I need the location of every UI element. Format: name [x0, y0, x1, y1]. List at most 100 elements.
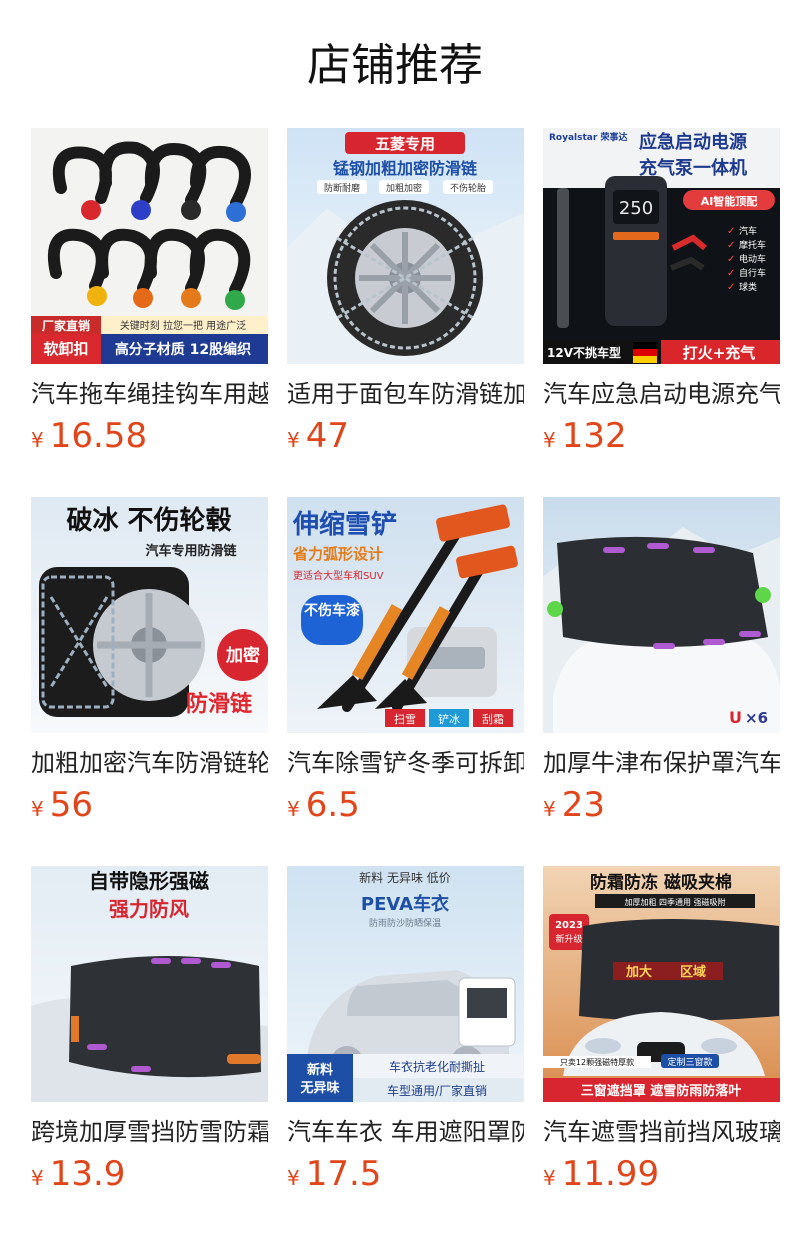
product-card[interactable]: 防霜防冻 磁吸夹棉 加厚加粗 四季通用 强磁吸附 2023 新升级 加大 区域 … [543, 866, 780, 1235]
banner-text: 破冰 不伤轮毂 [66, 506, 231, 536]
product-image[interactable]: 新料 无异味 低价 PEVA车衣 防雨防沙防晒保温 新料 无异味 车衣抗老化耐撕… [287, 866, 524, 1102]
page-title: 店铺推荐 [307, 40, 483, 91]
product-card[interactable]: Royalstar 荣事达 应急启动电源 充气泵一体机 AI智能顶配 250 汽… [543, 128, 780, 497]
banner-text: 新料 [307, 1062, 333, 1078]
magnet-icon: U [729, 708, 742, 727]
banner-text: 厂家直销 [42, 318, 90, 333]
banner-text: 加粗加密 [386, 182, 422, 194]
product-price: ¥132 [543, 414, 627, 458]
price-amount: 11.99 [561, 1154, 660, 1194]
product-price: ¥6.5 [287, 783, 360, 827]
product-title[interactable]: 加厚牛津布保护罩汽车前 [543, 747, 780, 779]
product-title[interactable]: 加粗加密汽车防滑链轮胎 [31, 747, 268, 779]
banner-text: 自带隐形强磁 [89, 869, 209, 893]
banner-text: 软卸扣 [43, 340, 88, 358]
product-title[interactable]: 跨境加厚雪挡防雪防霜汽 [31, 1116, 268, 1148]
banner-text: 关键时刻 拉您一把 用途广泛 [120, 319, 246, 332]
banner-text: 伸缩雪铲 [292, 509, 397, 540]
banner-text: 防雨防沙防晒保温 [369, 917, 441, 929]
price-amount: 56 [49, 785, 93, 825]
currency-symbol: ¥ [543, 428, 556, 452]
banner-text: 防断耐磨 [324, 182, 360, 194]
banner-text: 强力防风 [109, 897, 189, 921]
check-icon: ✓ [727, 282, 735, 293]
banner-text: 刮霜 [482, 712, 504, 726]
feature-text: 自行车 [739, 267, 766, 279]
product-image[interactable]: 防霜防冻 磁吸夹棉 加厚加粗 四季通用 强磁吸附 2023 新升级 加大 区域 … [543, 866, 780, 1102]
currency-symbol: ¥ [287, 797, 300, 821]
product-card[interactable]: 五菱专用 锰钢加粗加密防滑链 防断耐磨 加粗加密 不伤轮胎 适用于面包车防滑链加… [287, 128, 524, 497]
banner-text: 锰钢加粗加密防滑链 [333, 159, 478, 178]
price-amount: 132 [561, 416, 627, 456]
product-price: ¥13.9 [31, 1152, 125, 1196]
product-title[interactable]: 汽车拖车绳挂钩车用越野 [31, 378, 268, 410]
product-card[interactable]: 自带隐形强磁 强力防风 跨境加厚雪挡防雪防霜汽 ¥13.9 [31, 866, 268, 1235]
currency-symbol: ¥ [543, 1166, 556, 1190]
feature-text: 电动车 [739, 253, 766, 265]
currency-symbol: ¥ [287, 428, 300, 452]
banner-text: 加密 [225, 645, 260, 666]
product-image[interactable]: 破冰 不伤轮毂 汽车专用防滑链 加密 防滑链 [31, 497, 268, 733]
check-icon: ✓ [727, 226, 735, 237]
product-card[interactable]: 破冰 不伤轮毂 汽车专用防滑链 加密 防滑链 加粗加密汽车防滑链轮 ¥ 56 [31, 497, 268, 866]
product-title[interactable]: 适用于面包车防滑链加粗 [287, 378, 524, 410]
banner-text: 加大 [625, 964, 652, 980]
product-image[interactable]: 厂家直销 关键时刻 拉您一把 用途广泛 软卸扣 高分子材质 12股编织 [31, 128, 268, 364]
product-price: ¥17.5 [287, 1152, 381, 1196]
product-image[interactable]: Royalstar 荣事达 应急启动电源 充气泵一体机 AI智能顶配 250 汽… [543, 128, 780, 364]
product-card[interactable]: U ×6 加厚牛津布保护罩汽车前 ¥23 [543, 497, 780, 866]
check-icon: ✓ [727, 268, 735, 279]
price-amount: 17.5 [305, 1154, 382, 1194]
banner-text: 扫雪 [394, 713, 416, 726]
product-title[interactable]: 汽车车衣 车用遮阳罩防 [287, 1116, 524, 1148]
banner-text: 无异味 [299, 1080, 339, 1096]
currency-symbol: ¥ [31, 1166, 44, 1190]
product-card[interactable]: 新料 无异味 低价 PEVA车衣 防雨防沙防晒保温 新料 无异味 车衣抗老化耐撕… [287, 866, 524, 1235]
product-price: ¥56 [31, 783, 93, 827]
price-amount: 13.9 [49, 1154, 126, 1194]
price-amount: 16.58 [49, 416, 148, 456]
product-image[interactable]: U ×6 [543, 497, 780, 733]
banner-text: 省力弧形设计 [292, 545, 383, 563]
check-icon: ✓ [727, 254, 735, 265]
banner-text: 车型通用/厂家直销 [387, 1083, 487, 1098]
product-title[interactable]: 汽车遮雪挡前挡风玻璃防 [543, 1116, 780, 1148]
product-price: ¥16.58 [31, 414, 147, 458]
price-amount: 6.5 [305, 785, 360, 825]
banner-text: 只卖12颗强磁特厚款 [560, 1057, 634, 1067]
currency-symbol: ¥ [543, 797, 556, 821]
germany-flag-icon [633, 342, 657, 363]
product-image[interactable]: 伸缩雪铲 省力弧形设计 更适合大型车和SUV 不伤车漆 扫雪 铲冰 刮霜 [287, 497, 524, 733]
banner-text: 定制三窗款 [667, 1056, 712, 1068]
banner-text: 铲冰 [438, 712, 460, 726]
product-card[interactable]: 厂家直销 关键时刻 拉您一把 用途广泛 软卸扣 高分子材质 12股编织 汽车拖车… [31, 128, 268, 497]
currency-symbol: ¥ [31, 797, 44, 821]
product-title[interactable]: 汽车除雪铲冬季可拆卸伸 [287, 747, 524, 779]
badge-text: 不伤车漆 [304, 602, 360, 619]
banner-text: 三窗遮挡罩 遮雪防雨防落叶 [581, 1083, 742, 1099]
feature-text: 球类 [739, 281, 757, 293]
banner-text: 新料 无异味 低价 [359, 870, 451, 885]
banner-text: 汽车专用防滑链 [145, 543, 237, 559]
banner-text: 不伤轮胎 [450, 182, 486, 194]
banner-text: 加厚加粗 四季通用 强磁吸附 [624, 897, 725, 907]
product-image[interactable]: 五菱专用 锰钢加粗加密防滑链 防断耐磨 加粗加密 不伤轮胎 [287, 128, 524, 364]
banner-text: PEVA车衣 [361, 893, 449, 915]
banner-text: 应急启动电源 [639, 131, 747, 153]
currency-symbol: ¥ [287, 1166, 300, 1190]
product-image[interactable]: 自带隐形强磁 强力防风 [31, 866, 268, 1102]
product-title[interactable]: 汽车应急启动电源充气泵 [543, 378, 780, 410]
currency-symbol: ¥ [31, 428, 44, 452]
device-display-text: 250 [619, 198, 653, 219]
banner-text: AI智能顶配 [701, 194, 758, 208]
feature-text: 摩托车 [739, 239, 766, 251]
product-price: ¥47 [287, 414, 349, 458]
banner-text: 五菱专用 [375, 135, 435, 153]
check-icon: ✓ [727, 240, 735, 251]
product-card[interactable]: 伸缩雪铲 省力弧形设计 更适合大型车和SUV 不伤车漆 扫雪 铲冰 刮霜 汽车除… [287, 497, 524, 866]
badge-text: 新升级 [555, 933, 582, 945]
banner-text: 充气泵一体机 [639, 157, 747, 179]
banner-text: 防滑链 [186, 691, 252, 717]
feature-text: 汽车 [739, 225, 757, 237]
banner-text: 防霜防冻 磁吸夹棉 [590, 872, 732, 893]
